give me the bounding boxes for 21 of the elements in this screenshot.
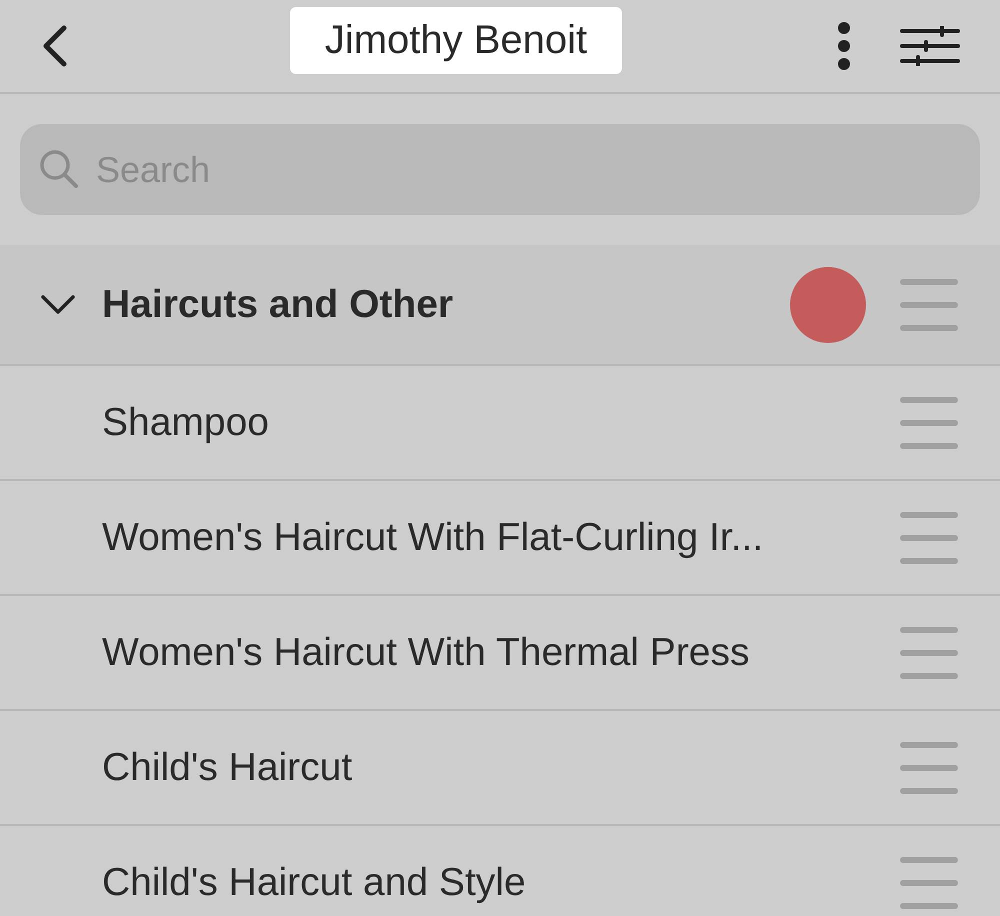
drag-handle-icon[interactable] (900, 626, 958, 678)
service-name: Child's Haircut and Style (102, 860, 526, 904)
service-row[interactable]: Women's Haircut With Thermal Press (0, 596, 1000, 711)
service-name: Women's Haircut With Flat-Curling Ir... (102, 516, 764, 560)
more-options-icon[interactable] (836, 21, 852, 71)
filter-sliders-icon[interactable] (900, 26, 960, 66)
service-name: Shampoo (102, 400, 269, 444)
contact-name: Jimothy Benoit (290, 7, 622, 74)
drag-handle-icon[interactable] (900, 396, 958, 448)
drag-handle-icon[interactable] (900, 278, 958, 330)
category-row[interactable]: Haircuts and Other (0, 245, 1000, 366)
drag-handle-icon[interactable] (900, 742, 958, 794)
service-row[interactable]: Child's Haircut (0, 711, 1000, 826)
service-row[interactable]: Women's Haircut With Flat-Curling Ir... (0, 481, 1000, 596)
drag-handle-icon[interactable] (900, 512, 958, 564)
drag-handle-icon[interactable] (900, 856, 958, 908)
category-name: Haircuts and Other (102, 282, 454, 326)
service-row[interactable]: Child's Haircut and Style (0, 826, 1000, 916)
service-name: Women's Haircut With Thermal Press (102, 630, 750, 674)
service-name: Child's Haircut (102, 746, 352, 790)
service-row[interactable]: Shampoo (0, 366, 1000, 481)
